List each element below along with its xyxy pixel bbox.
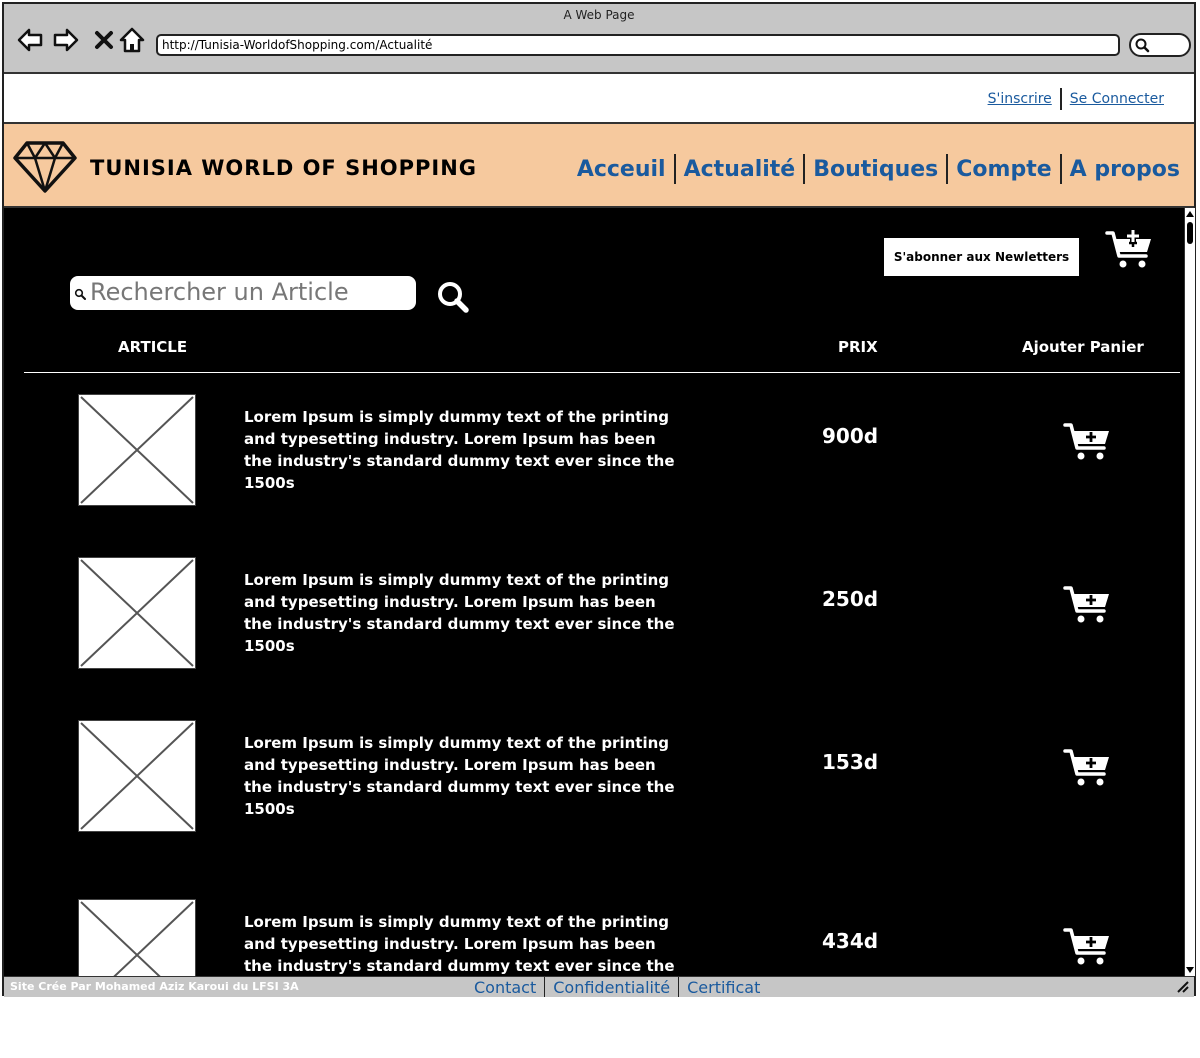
article-price: 153d (822, 750, 879, 774)
close-icon[interactable] (90, 26, 118, 54)
browser-search-field[interactable] (1129, 33, 1191, 57)
main-nav: Acceuil Actualité Boutiques Compte A pro… (569, 154, 1188, 184)
nav-boutiques[interactable]: Boutiques (805, 157, 946, 182)
main-content: S'abonner aux Newletters ARTICLE PRIX Aj… (4, 208, 1184, 976)
article-description: Lorem Ipsum is simply dummy text of the … (244, 734, 675, 818)
scroll-up-arrow-icon[interactable] (1186, 211, 1194, 217)
add-to-cart-icon[interactable] (1062, 746, 1112, 790)
image-placeholder (78, 899, 196, 976)
article-description: Lorem Ipsum is simply dummy text of the … (244, 571, 675, 655)
brand-name: TUNISIA WORLD OF SHOPPING (90, 156, 478, 180)
table-divider (24, 372, 1180, 373)
home-icon[interactable] (118, 26, 146, 54)
nav-a-propos[interactable]: A propos (1062, 157, 1188, 182)
nav-compte[interactable]: Compte (948, 157, 1059, 182)
site-footer: Site Crée Par Mohamed Aziz Karoui du LFS… (4, 976, 1194, 997)
table-row: Lorem Ipsum is simply dummy text of the … (4, 720, 1184, 840)
footer-link-contact[interactable]: Contact (466, 978, 544, 997)
signup-link[interactable]: S'inscrire (980, 91, 1060, 107)
article-price: 900d (822, 424, 879, 448)
auth-bar: S'inscrire Se Connecter (4, 74, 1194, 124)
diamond-logo-icon[interactable] (12, 140, 78, 194)
add-to-cart-icon[interactable] (1062, 420, 1112, 464)
newsletter-button[interactable]: S'abonner aux Newletters (884, 238, 1079, 276)
nav-acceuil[interactable]: Acceuil (569, 157, 674, 182)
footer-link-confidentialite[interactable]: Confidentialité (545, 978, 678, 997)
back-arrow-icon[interactable] (16, 26, 44, 54)
resize-grip-icon[interactable] (1176, 981, 1190, 993)
search-icon[interactable] (436, 280, 470, 314)
site-header: TUNISIA WORLD OF SHOPPING Acceuil Actual… (4, 124, 1194, 208)
scroll-down-arrow-icon[interactable] (1186, 967, 1194, 973)
add-to-cart-icon[interactable] (1062, 925, 1112, 969)
column-header-add: Ajouter Panier (1022, 338, 1144, 356)
cart-icon[interactable] (1104, 228, 1154, 272)
footer-link-certificat[interactable]: Certificat (679, 978, 768, 997)
nav-actualite[interactable]: Actualité (676, 157, 804, 182)
search-icon (1135, 38, 1150, 53)
column-header-article: ARTICLE (118, 338, 188, 356)
article-price: 434d (822, 929, 879, 953)
browser-window: A Web Page http://Tunisia-WorldofShoppin… (2, 2, 1196, 997)
search-icon (74, 288, 86, 300)
column-header-price: PRIX (838, 338, 878, 356)
address-bar[interactable]: http://Tunisia-WorldofShopping.com/Actua… (156, 34, 1120, 56)
login-link[interactable]: Se Connecter (1062, 91, 1172, 107)
image-placeholder (78, 394, 196, 506)
footer-credit: Site Crée Par Mohamed Aziz Karoui du LFS… (10, 980, 299, 993)
table-row: Lorem Ipsum is simply dummy text of the … (4, 557, 1184, 677)
forward-arrow-icon[interactable] (52, 26, 80, 54)
vertical-scrollbar[interactable] (1184, 208, 1195, 976)
image-placeholder (78, 720, 196, 832)
article-description: Lorem Ipsum is simply dummy text of the … (244, 408, 675, 492)
window-title: A Web Page (563, 8, 635, 22)
browser-toolbar: A Web Page http://Tunisia-WorldofShoppin… (4, 4, 1194, 74)
search-input[interactable] (90, 278, 410, 306)
article-price: 250d (822, 587, 879, 611)
article-description: Lorem Ipsum is simply dummy text of the … (244, 913, 675, 975)
table-row: Lorem Ipsum is simply dummy text of the … (4, 899, 1184, 976)
scrollbar-thumb[interactable] (1187, 222, 1193, 244)
table-row: Lorem Ipsum is simply dummy text of the … (4, 394, 1184, 514)
add-to-cart-icon[interactable] (1062, 583, 1112, 627)
image-placeholder (78, 557, 196, 669)
article-search (70, 276, 416, 310)
